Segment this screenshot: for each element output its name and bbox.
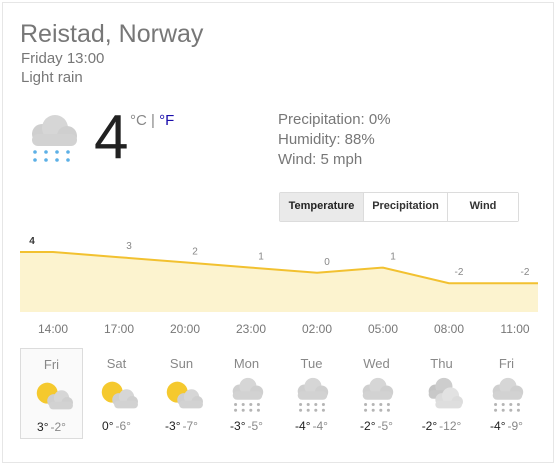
chart-data-label: 2 — [192, 246, 198, 257]
forecast-temps: -2° -12° — [410, 419, 473, 433]
partly-cloudy-icon — [36, 382, 73, 410]
forecast-day[interactable]: Mon -3° -5° — [215, 348, 278, 439]
tab-temperature[interactable]: Temperature — [280, 193, 364, 221]
chart-tabs: Temperature Precipitation Wind — [279, 192, 519, 222]
time-axis: 14:00 17:00 20:00 23:00 02:00 05:00 08:00 11:00 — [20, 322, 538, 340]
time-tick-label: 11:00 — [500, 322, 530, 336]
forecast-low: -6° — [115, 419, 131, 433]
forecast-day-name: Thu — [430, 356, 453, 371]
humidity-text: Humidity: 88% — [278, 131, 375, 148]
chart-data-label: 3 — [126, 241, 132, 252]
forecast-day[interactable]: Thu -2° -12° — [410, 348, 473, 439]
location-title: Reistad, Norway — [20, 20, 204, 48]
wind-text: Wind: 5 mph — [278, 151, 363, 168]
snow-icon — [362, 377, 393, 412]
forecast-temps: -3° -5° — [215, 419, 278, 433]
forecast-day-name: Fri — [43, 357, 60, 372]
forecast-day-name: Sat — [106, 356, 127, 371]
forecast-high: -3° — [230, 419, 246, 433]
tab-wind[interactable]: Wind — [448, 193, 518, 221]
forecast-day[interactable]: Wed -2° -5° — [345, 348, 408, 439]
time-tick-label: 23:00 — [235, 322, 267, 336]
forecast-low: -12° — [439, 419, 462, 433]
time-tick-label: 02:00 — [301, 322, 333, 336]
snow-icon — [492, 377, 523, 412]
snow-icon — [232, 377, 263, 412]
forecast-day[interactable]: Fri 3° -2° — [20, 348, 83, 439]
chart-data-label: -2 — [521, 267, 530, 278]
forecast-low: -4° — [312, 419, 328, 433]
unit-separator: | — [151, 112, 155, 129]
forecast-day-name: Wed — [363, 356, 390, 371]
unit-toggle: °C | °F — [130, 112, 174, 129]
partly-cloudy-icon — [166, 381, 203, 409]
forecast-temps: 0° -6° — [85, 419, 148, 433]
current-temperature: 4 — [94, 103, 129, 172]
forecast-high: -2° — [421, 419, 438, 433]
chart-area — [20, 252, 538, 312]
time-tick-label: 08:00 — [433, 322, 465, 336]
forecast-temps: -4° -4° — [280, 419, 343, 433]
forecast-low: -7° — [182, 419, 198, 433]
forecast-high: -4° — [490, 419, 506, 433]
tab-precipitation[interactable]: Precipitation — [364, 193, 448, 221]
unit-fahrenheit[interactable]: °F — [159, 112, 174, 129]
forecast-day[interactable]: Sat 0° -6° — [85, 348, 148, 439]
snow-icon — [297, 377, 328, 412]
forecast-day-name: Mon — [233, 356, 260, 371]
partly-cloudy-icon — [101, 381, 138, 409]
forecast-high: 3° — [37, 420, 49, 434]
forecast-temps: -2° -5° — [345, 419, 408, 433]
forecast-low: -5° — [377, 419, 393, 433]
unit-celsius[interactable]: °C — [130, 112, 147, 129]
forecast-day-name: Fri — [498, 356, 515, 371]
chart-data-label: 1 — [258, 252, 264, 263]
cloudy-icon — [428, 377, 463, 409]
forecast-high: 0° — [102, 419, 114, 433]
time-tick-label: 14:00 — [37, 322, 69, 336]
rain-cloud-icon — [32, 115, 77, 162]
forecast-temps: -3° -7° — [150, 419, 213, 433]
forecast-day[interactable]: Tue -4° -4° — [280, 348, 343, 439]
forecast-low: -2° — [50, 420, 66, 434]
forecast-low: -5° — [247, 419, 263, 433]
forecast-day-name: Tue — [300, 356, 323, 371]
time-tick-label: 05:00 — [367, 322, 399, 336]
forecast-temps: -4° -9° — [475, 419, 538, 433]
forecast-day[interactable]: Fri -4° -9° — [475, 348, 538, 439]
chart-data-label: 1 — [390, 252, 396, 263]
forecast-high: -4° — [295, 419, 311, 433]
chart-data-label: 4 — [29, 236, 35, 247]
chart-data-label: 0 — [324, 257, 330, 268]
weather-details: Precipitation: 0% Humidity: 88% Wind: 5 … — [278, 110, 391, 170]
time-tick-label: 20:00 — [169, 322, 201, 336]
forecast-temps: 3° -2° — [21, 420, 82, 434]
time-tick-label: 17:00 — [103, 322, 135, 336]
forecast-day[interactable]: Sun -3° -7° — [150, 348, 213, 439]
forecast-low: -9° — [507, 419, 523, 433]
temperature-chart: 4 3 2 1 0 1 -2 -2 — [20, 236, 538, 312]
forecast-high: -2° — [360, 419, 376, 433]
forecast-day-name: Sun — [169, 356, 194, 371]
daily-forecast: Fri 3° -2° Sat 0° -6° Sun -3° -7° Mon -3° -5° Tue -4°… — [20, 348, 540, 440]
chart-data-label: -2 — [455, 267, 464, 278]
date-time: Friday 13:00 — [21, 50, 105, 67]
forecast-high: -3° — [165, 419, 181, 433]
precipitation-text: Precipitation: 0% — [278, 111, 391, 128]
condition-text: Light rain — [21, 69, 83, 86]
